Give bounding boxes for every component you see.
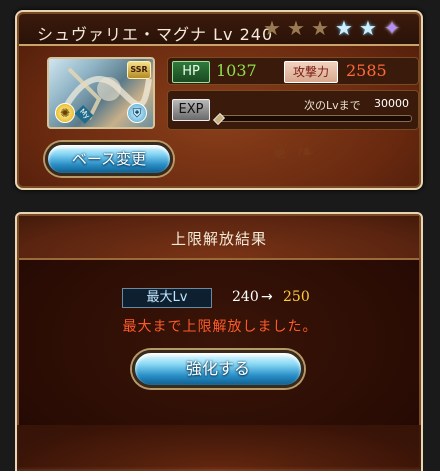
- next-level-label: 次のLvまで: [304, 99, 361, 112]
- exp-box: EXP 次のLvまで 30000: [167, 90, 419, 130]
- light-icon: ✺: [55, 103, 75, 123]
- decorative-flourish-icon: ❦ ❧: [271, 140, 315, 165]
- max-level-label: 最大Lv: [122, 288, 212, 308]
- stat-box: HP 1037 攻撃力 2585: [167, 57, 419, 85]
- uncap-stars: ★ ★ ★ ★ ★ ✦: [261, 17, 403, 39]
- card-header: シュヴァリエ・マグナ Lv 240 ★ ★ ★ ★ ★ ✦: [19, 14, 419, 46]
- weapon-name: シュヴァリエ・マグナ Lv 240: [37, 25, 274, 44]
- attack-value: 2585: [346, 61, 387, 80]
- result-header: 上限解放結果: [19, 216, 419, 260]
- result-title: 上限解放結果: [170, 230, 267, 248]
- panel-footer-decoration: [17, 425, 421, 471]
- star-icon: ★: [311, 16, 329, 40]
- weapon-card: シュヴァリエ・マグナ Lv 240 ★ ★ ★ ★ ★ ✦ SSR ✺ My ⛨…: [15, 10, 423, 190]
- enhance-button[interactable]: 強化する: [132, 350, 304, 388]
- level-after: 250: [283, 289, 310, 305]
- attack-label: 攻撃力: [284, 61, 338, 83]
- star-icon: ★: [263, 16, 281, 40]
- weapon-portrait[interactable]: SSR ✺ My ⛨: [47, 57, 155, 129]
- arrow-right-icon: →: [261, 289, 273, 305]
- base-change-button[interactable]: ベース変更: [45, 142, 173, 176]
- max-level-row: 最大Lv 240 → 250: [108, 288, 348, 310]
- star-icon: ★: [287, 16, 305, 40]
- level-before: 240: [232, 289, 259, 305]
- rarity-badge: SSR: [127, 61, 151, 79]
- star-gem-icon: ✦: [383, 16, 401, 40]
- exp-label: EXP: [172, 99, 210, 121]
- exp-bar: [213, 113, 412, 125]
- result-message: 最大まで上限解放しました。: [122, 319, 318, 335]
- star-icon: ★: [335, 16, 353, 40]
- next-level-value: 30000: [374, 97, 409, 110]
- hp-label: HP: [172, 61, 210, 83]
- hp-value: 1037: [216, 61, 257, 80]
- star-icon: ★: [359, 16, 377, 40]
- exp-knob: [213, 113, 225, 125]
- defense-icon: ⛨: [127, 103, 147, 123]
